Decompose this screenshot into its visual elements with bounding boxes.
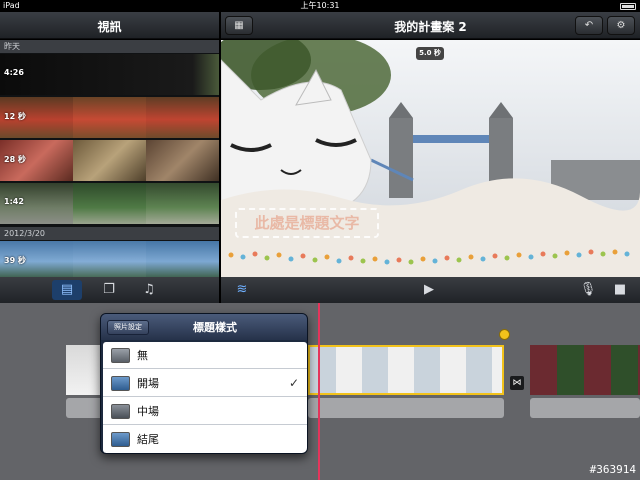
media-browser-header: 視訊 [0,12,219,39]
title-style-option-ending[interactable]: 結尾 [103,426,307,453]
option-label: 開場 [137,377,159,390]
clip-row[interactable]: 1:42 [0,183,219,225]
battery-icon [620,3,636,10]
playback-toolbar: ≋ ▶ 🎙 ■ [221,277,640,303]
clip-duration-badge: 5.0 秒 [416,47,444,60]
none-style-icon [111,348,130,363]
audio-tab-button[interactable]: ♫ [134,280,164,300]
undo-icon: ↶ [584,20,594,31]
audio-track[interactable] [308,398,504,418]
video-camera-icon: ■ [613,282,627,297]
transition-button[interactable]: ⋈ [510,376,524,390]
video-preview[interactable]: 5.0 秒 此處是標題文字 [221,40,640,277]
option-label: 結尾 [137,433,159,446]
film-icon: ▤ [60,282,74,297]
playhead[interactable] [318,303,320,480]
undo-button[interactable]: ↶ [575,16,603,35]
settings-button[interactable]: ⚙ [607,16,635,35]
media-browser: 昨天 4:26 12 秒 28 秒 1:42 2012/3/20 39 秒 [0,40,219,277]
camera-button[interactable]: ■ [605,280,635,300]
trim-handle[interactable] [499,329,510,340]
play-button[interactable]: ▶ [414,280,444,300]
title-style-popover: 照片設定 標題樣式 無 開場 ✓ 中場 結尾 [100,313,308,454]
gear-icon: ⚙ [616,20,626,31]
clip-row[interactable]: 28 秒 [0,140,219,182]
play-icon: ▶ [424,282,434,297]
clip-row[interactable]: 4:26 [0,54,219,96]
option-label: 無 [137,349,148,362]
middle-style-icon [111,404,130,419]
status-bar: iPad 上午10:31 [0,0,640,12]
clip-duration: 4:26 [4,68,24,77]
title-style-option-opening[interactable]: 開場 ✓ [103,370,307,397]
clip-duration: 28 秒 [4,155,26,164]
title-style-option-middle[interactable]: 中場 [103,398,307,425]
watermark: #363914 [589,463,636,476]
title-text-field[interactable]: 此處是標題文字 [235,208,379,238]
project-header: ▦ 我的計畫案 2 ↶ ⚙ [221,12,640,39]
clip-duration: 39 秒 [4,256,26,265]
popover-title: 標題樣式 [193,321,237,334]
checkmark-icon: ✓ [288,376,299,390]
media-browser-title: 視訊 [97,20,122,34]
clip-row[interactable]: 39 秒 [0,241,219,277]
clock: 上午10:31 [300,1,340,10]
clip-duration: 1:42 [4,197,24,206]
microphone-icon: 🎙 [579,282,597,297]
timeline-clip[interactable] [530,345,640,395]
ending-style-icon [111,432,130,447]
timeline[interactable]: ⋈ #363914 [0,303,640,480]
transition-icon: ⋈ [512,378,522,388]
clip-row[interactable]: 12 秒 [0,97,219,139]
audio-track[interactable] [530,398,640,418]
media-type-toolbar: ▤ ❐ ♫ [0,277,219,303]
section-label-yesterday: 昨天 [0,40,219,53]
music-note-icon: ♫ [143,282,155,297]
waveform-icon: ≋ [236,282,248,297]
title-style-list: 無 開場 ✓ 中場 結尾 [103,342,307,453]
section-label-date: 2012/3/20 [0,227,219,240]
photos-icon: ❐ [103,282,115,297]
record-audio-button[interactable]: 🎙 [573,280,603,300]
audio-waveform-button[interactable]: ≋ [227,280,257,300]
title-style-option-none[interactable]: 無 [103,342,307,369]
clip-duration: 12 秒 [4,112,26,121]
popover-header: 照片設定 標題樣式 [101,314,307,340]
opening-style-icon [111,376,130,391]
timeline-clip-selected[interactable] [308,345,504,395]
option-label: 中場 [137,405,159,418]
photos-tab-button[interactable]: ❐ [94,280,124,300]
preview-scene [221,40,640,277]
video-tab-button[interactable]: ▤ [52,280,82,300]
